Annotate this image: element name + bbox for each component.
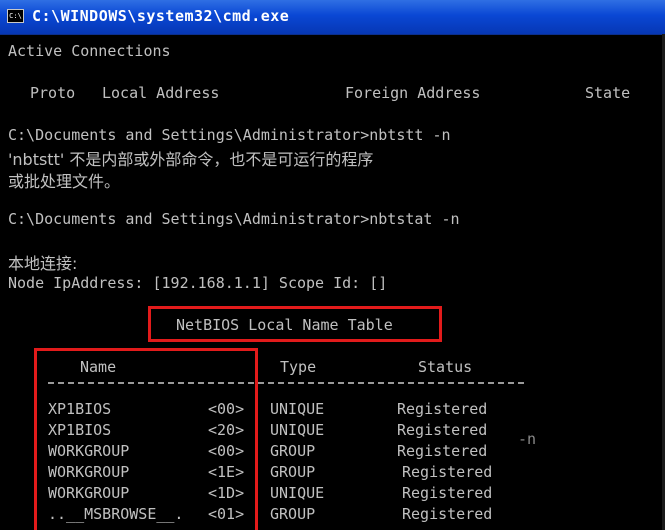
local-connection-label: 本地连接: [8, 254, 78, 273]
row-status: Registered [402, 505, 493, 523]
row-type: UNIQUE [270, 421, 325, 439]
command-line-1: C:\Documents and Settings\Administrator>… [8, 126, 451, 144]
cmd-window: C:\ C:\WINDOWS\system32\cmd.exe Active C… [0, 0, 665, 530]
row-status: Registered [397, 442, 488, 460]
console-app-icon[interactable]: C:\ [7, 9, 24, 23]
error-message-line-1: 'nbtstt' 不是内部或外部命令，也不是可运行的程序 [8, 150, 374, 169]
header-state: State [585, 84, 631, 102]
table-header-status: Status [418, 358, 473, 376]
header-local-address: Local Address [102, 84, 220, 102]
header-foreign-address: Foreign Address [345, 84, 481, 102]
title-bar[interactable]: C:\ C:\WINDOWS\system32\cmd.exe [0, 0, 665, 35]
row-status: Registered [397, 400, 488, 418]
table-title-highlight [148, 306, 442, 342]
error-message-line-2: 或批处理文件。 [8, 172, 121, 191]
row-type: UNIQUE [270, 400, 325, 418]
row-type: GROUP [270, 505, 316, 523]
name-column-highlight [34, 348, 258, 530]
row-status: Registered [402, 484, 493, 502]
row-type: GROUP [270, 463, 316, 481]
row-status: Registered [397, 421, 488, 439]
node-ip-address: Node IpAddress: [192.168.1.1] Scope Id: … [8, 274, 388, 292]
command-line-2: C:\Documents and Settings\Administrator>… [8, 210, 460, 228]
window-title: C:\WINDOWS\system32\cmd.exe [32, 7, 290, 25]
row-status: Registered [402, 463, 493, 481]
table-header-type: Type [280, 358, 317, 376]
stray-fragment: -n [518, 430, 537, 448]
row-type: UNIQUE [270, 484, 325, 502]
active-connections-heading: Active Connections [8, 42, 171, 60]
row-type: GROUP [270, 442, 316, 460]
header-proto: Proto [30, 84, 76, 102]
